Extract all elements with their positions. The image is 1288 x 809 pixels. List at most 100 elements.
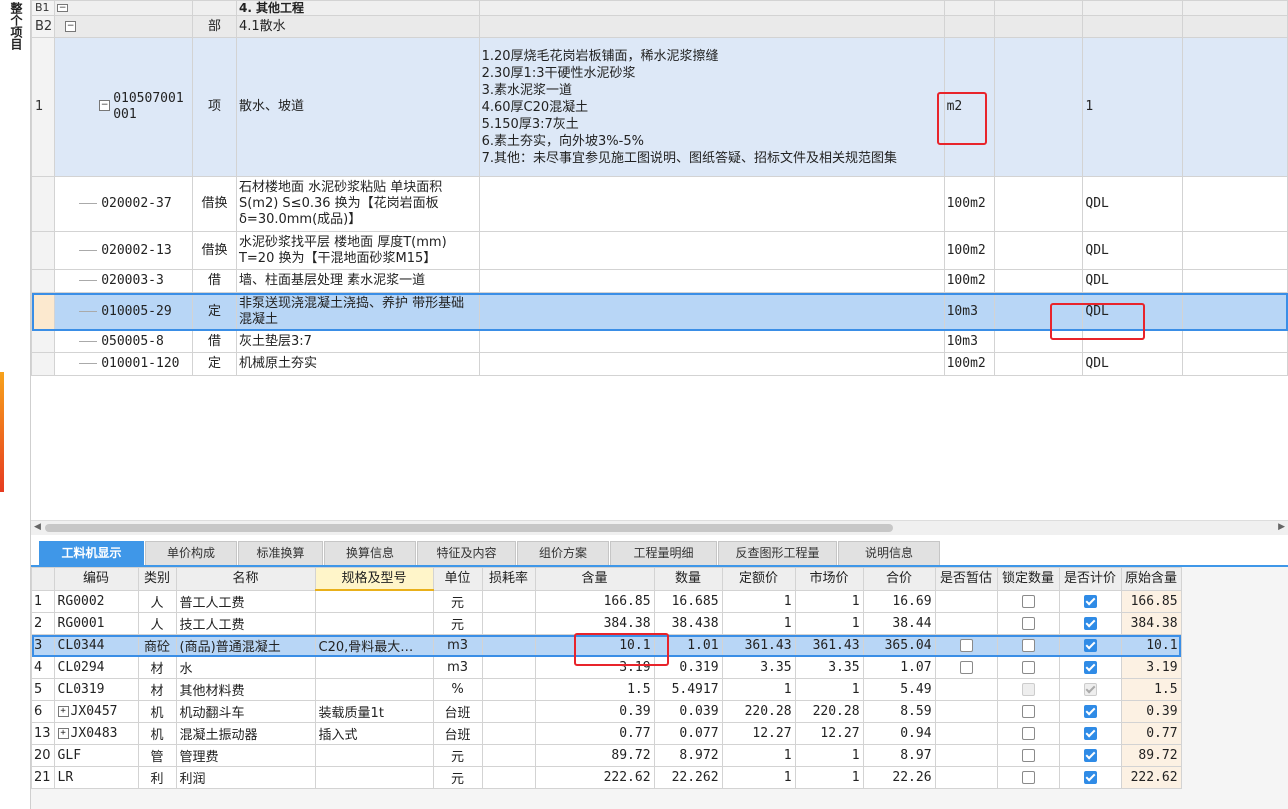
tab-6[interactable]: 工程量明细 — [610, 541, 717, 565]
checkbox-icon[interactable] — [1083, 771, 1097, 784]
tab-8[interactable]: 说明信息 — [838, 541, 940, 565]
priced-checkbox[interactable] — [1058, 744, 1122, 767]
lock-qty-checkbox[interactable] — [996, 634, 1060, 657]
tab-7[interactable]: 反查图形工程量 — [718, 541, 837, 565]
col-header-6[interactable]: 含量 — [534, 567, 655, 591]
resource-spec[interactable]: 装载质量1t — [314, 700, 434, 723]
checkbox-icon[interactable] — [1083, 594, 1097, 608]
checkbox-icon[interactable] — [1083, 639, 1097, 652]
resource-row[interactable]: 2 RG0001 人技工人工费元 384.38 38.438 1 1 38.44 384.38 — [31, 612, 1182, 635]
resource-loss[interactable] — [481, 700, 536, 723]
quota-row[interactable]: 020002-37 借换 石材楼地面 水泥砂浆粘贴 单块面积S(m2) S≤0.36… — [30, 176, 1288, 232]
estimate-checkbox[interactable] — [934, 700, 998, 723]
resource-content[interactable]: 89.72 — [534, 744, 655, 767]
priced-checkbox[interactable] — [1058, 634, 1122, 657]
lock-qty-checkbox[interactable] — [996, 589, 1060, 613]
collapse-icon[interactable]: − — [65, 20, 77, 32]
horizontal-scrollbar[interactable]: ◀ ▶ — [31, 520, 1288, 535]
estimate-checkbox[interactable] — [934, 766, 998, 789]
resource-qty[interactable]: 0.039 — [653, 700, 723, 723]
col-header-1[interactable]: 类别 — [137, 567, 177, 591]
resource-row[interactable]: 1 RG0002 人普工人工费元 166.85 16.685 1 1 16.69 166.85 — [31, 589, 1182, 613]
priced-checkbox[interactable] — [1058, 700, 1122, 723]
quota-row[interactable]: 050005-8 借灰土垫层3:7 10m3 — [30, 330, 1288, 353]
checkbox-icon[interactable] — [1083, 661, 1097, 674]
tab-4[interactable]: 特征及内容 — [417, 541, 516, 565]
checkbox-icon[interactable] — [959, 639, 973, 652]
lock-qty-checkbox[interactable] — [996, 656, 1060, 679]
estimate-checkbox[interactable] — [934, 656, 998, 679]
lock-qty-checkbox[interactable] — [996, 700, 1060, 723]
resource-qty[interactable]: 16.685 — [653, 589, 723, 613]
resource-loss[interactable] — [481, 722, 536, 745]
estimate-checkbox[interactable] — [934, 678, 998, 701]
quota-row[interactable]: 010001-120 定机械原土夯实 100m2 QDL — [30, 352, 1288, 376]
checkbox-icon[interactable] — [1021, 661, 1035, 674]
estimate-checkbox[interactable] — [934, 612, 998, 635]
resource-market-price[interactable]: 1 — [794, 766, 864, 789]
scroll-left-icon[interactable]: ◀ — [34, 522, 41, 532]
resource-content[interactable]: 384.38 — [534, 612, 655, 635]
resource-market-price[interactable]: 1 — [794, 612, 864, 635]
quota-row[interactable]: 020002-13 借换 水泥砂浆找平层 楼地面 厚度T(mm) T=20 换为【干… — [30, 231, 1288, 270]
resource-spec[interactable] — [314, 744, 434, 767]
resource-market-price[interactable]: 3.35 — [794, 656, 864, 679]
resource-row[interactable]: 21 LR 利利润元 222.62 22.262 1 1 22.26 222.62 — [31, 766, 1182, 789]
resource-qty[interactable]: 0.077 — [653, 722, 723, 745]
resource-content[interactable]: 0.39 — [534, 700, 655, 723]
resource-content[interactable]: 10.1 — [534, 634, 655, 657]
resource-market-price[interactable]: 1 — [794, 678, 864, 701]
resource-content[interactable]: 166.85 — [534, 589, 655, 613]
section-row-b1[interactable]: B1 − 4. 其他工程 — [30, 0, 1288, 16]
resource-spec[interactable] — [314, 678, 434, 701]
checkbox-icon[interactable] — [1021, 594, 1035, 608]
sidebar-label[interactable]: 整个项目 — [8, 2, 23, 50]
expand-icon[interactable]: + — [57, 706, 69, 717]
resource-market-price[interactable]: 361.43 — [794, 634, 864, 657]
col-header-2[interactable]: 名称 — [175, 567, 316, 591]
col-header-7[interactable]: 数量 — [653, 567, 723, 591]
priced-checkbox[interactable] — [1058, 656, 1122, 679]
checkbox-icon[interactable] — [1021, 683, 1035, 696]
resource-row[interactable]: 13 + JX0483 机混凝土振动器 插入式 台班 0.77 0.077 12.27 12.27… — [31, 722, 1182, 745]
collapse-icon[interactable]: − — [57, 4, 69, 13]
resource-spec[interactable] — [314, 766, 434, 789]
resource-spec[interactable] — [314, 589, 434, 613]
lock-qty-checkbox[interactable] — [996, 722, 1060, 745]
resource-loss[interactable] — [481, 766, 536, 789]
resource-market-price[interactable]: 1 — [794, 589, 864, 613]
resource-spec[interactable] — [314, 656, 434, 679]
priced-checkbox[interactable] — [1058, 612, 1122, 635]
bill-item-row[interactable]: 1 − 010507001001 项 散水、坡道 1.20厚烧毛花岗岩板铺面，稀… — [30, 37, 1288, 177]
quota-row[interactable]: 010005-29 定非泵送现浇混凝土浇捣、养护 带形基础 混凝土 10m3 QDL — [30, 292, 1288, 331]
section-row-b2[interactable]: B2 − 部 4.1散水 — [30, 15, 1288, 38]
checkbox-icon[interactable] — [1021, 771, 1035, 784]
resource-row[interactable]: 6 + JX0457 机机动翻斗车 装载质量1t 台班 0.39 0.039 220.28 220… — [31, 700, 1182, 723]
resource-qty[interactable]: 5.4917 — [653, 678, 723, 701]
resource-content[interactable]: 0.77 — [534, 722, 655, 745]
lock-qty-checkbox[interactable] — [996, 612, 1060, 635]
col-header-9[interactable]: 市场价 — [794, 567, 864, 591]
tab-1[interactable]: 单价构成 — [145, 541, 237, 565]
priced-checkbox[interactable] — [1058, 766, 1122, 789]
resource-row[interactable]: 4 CL0294 材水 m3 3.19 0.319 3.35 3.35 1.07 3.19 — [31, 656, 1182, 679]
resource-spec[interactable] — [314, 612, 434, 635]
priced-checkbox[interactable] — [1058, 722, 1122, 745]
checkbox-icon[interactable] — [1083, 705, 1097, 718]
col-header-4[interactable]: 单位 — [432, 567, 483, 591]
resource-row[interactable]: 5 CL0319 材其他材料费% 1.5 5.4917 1 1 5.49 1.5 — [31, 678, 1182, 701]
estimate-checkbox[interactable] — [934, 744, 998, 767]
checkbox-icon[interactable] — [1083, 727, 1097, 740]
col-header-3[interactable]: 规格及型号 — [314, 567, 434, 591]
expand-icon[interactable]: + — [57, 728, 69, 739]
col-header-14[interactable]: 原始含量 — [1120, 567, 1182, 591]
col-header-0[interactable]: 编码 — [53, 567, 139, 591]
col-header-13[interactable]: 是否计价 — [1058, 567, 1122, 591]
quota-row[interactable]: 020003-3 借墙、柱面基层处理 素水泥浆一道 100m2 QDL — [30, 269, 1288, 293]
resource-row[interactable]: 20 GLF 管管理费元 89.72 8.972 1 1 8.97 89.72 — [31, 744, 1182, 767]
resource-qty[interactable]: 8.972 — [653, 744, 723, 767]
priced-checkbox[interactable] — [1058, 678, 1122, 701]
resource-content[interactable]: 222.62 — [534, 766, 655, 789]
resource-spec[interactable]: 插入式 — [314, 722, 434, 745]
checkbox-icon[interactable] — [1021, 639, 1035, 652]
